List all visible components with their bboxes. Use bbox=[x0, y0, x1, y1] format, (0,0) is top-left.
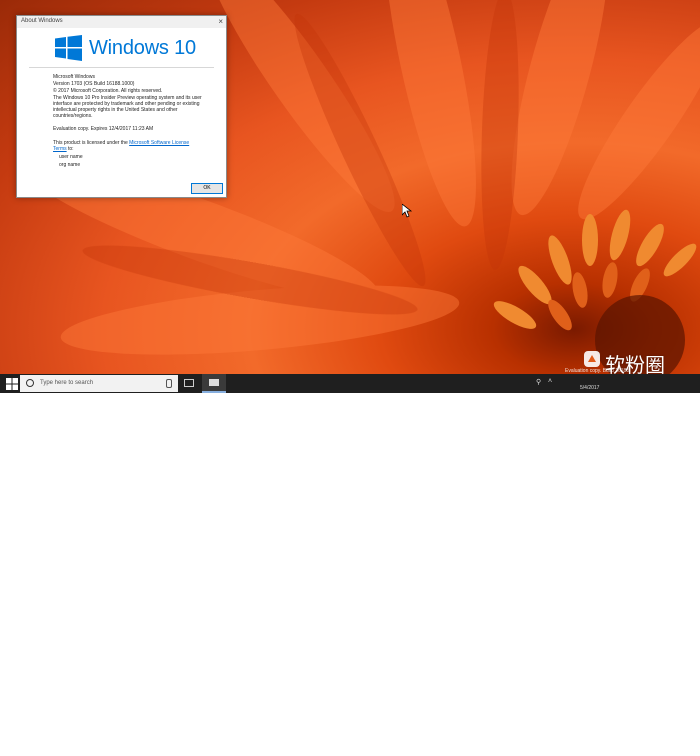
watermark-logo-text: 软粉圈 bbox=[605, 355, 665, 374]
about-windows-dialog: About Windows × Windows 10 Microsoft Win… bbox=[16, 15, 227, 198]
license-terms-link[interactable]: Microsoft Software License bbox=[129, 140, 189, 146]
chevron-up-icon[interactable]: ˄ bbox=[548, 378, 552, 385]
user-name: user name bbox=[59, 154, 83, 160]
version-text: Version 1703 (OS Build 16188.1000) bbox=[53, 81, 135, 87]
mouse-pointer-icon bbox=[402, 204, 412, 218]
taskbar-search-box[interactable]: Type here to search bbox=[20, 375, 178, 392]
taskbar-app-button[interactable] bbox=[202, 374, 226, 393]
product-name: Microsoft Windows bbox=[53, 74, 95, 80]
people-icon[interactable]: ⚲ bbox=[536, 378, 541, 386]
windows-flag-icon bbox=[55, 35, 82, 61]
ok-button[interactable]: OK bbox=[191, 183, 223, 194]
divider bbox=[29, 67, 214, 68]
task-view-icon[interactable] bbox=[184, 379, 194, 387]
search-placeholder: Type here to search bbox=[40, 380, 94, 386]
notice-line: countries/regions. bbox=[53, 113, 93, 119]
windows-10-wordmark: Windows 10 bbox=[89, 37, 196, 59]
org-name: org name bbox=[59, 162, 81, 168]
evaluation-text: Evaluation copy. Expires 12/4/2017 11:23… bbox=[53, 126, 154, 132]
ruanfenquan-logo-icon bbox=[584, 351, 600, 367]
license-terms-link-cont[interactable]: Terms bbox=[53, 146, 67, 152]
microphone-icon[interactable] bbox=[166, 379, 172, 388]
start-windows-icon[interactable] bbox=[6, 378, 18, 390]
taskbar: Type here to search ⚲ ˄ RuanFenQuan.com … bbox=[0, 374, 700, 756]
cortana-icon bbox=[26, 379, 34, 387]
license-text-cont: Terms to: bbox=[53, 146, 74, 152]
app-window-icon bbox=[209, 379, 219, 386]
copyright-text: © 2017 Microsoft Corporation. All rights… bbox=[53, 88, 163, 94]
clock-date[interactable]: 5/4/2017 bbox=[580, 385, 599, 391]
watermark-url: RuanFenQuan.com bbox=[580, 747, 654, 756]
dialog-titlebar[interactable]: About Windows × bbox=[17, 16, 226, 28]
close-icon[interactable]: × bbox=[218, 17, 223, 26]
dialog-title: About Windows bbox=[21, 18, 63, 24]
license-suffix: to: bbox=[66, 146, 74, 152]
